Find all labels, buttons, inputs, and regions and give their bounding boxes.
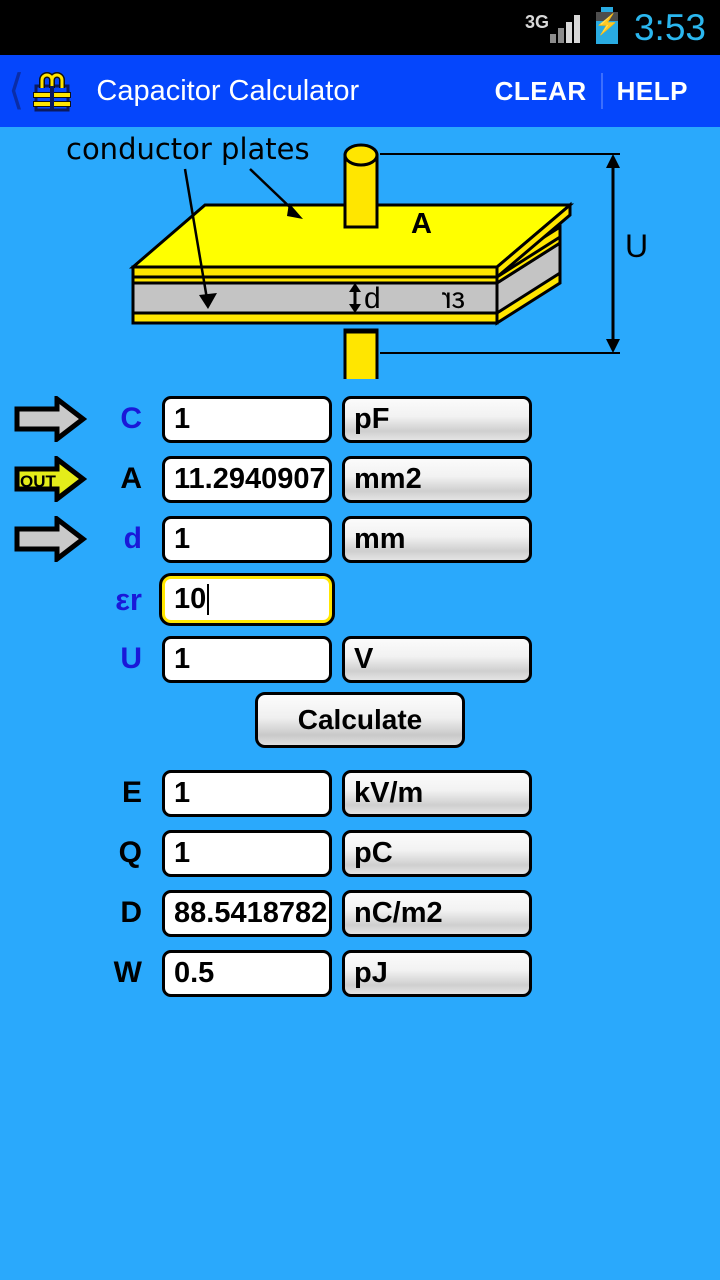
input-a[interactable]: 11.2940907 [162,455,332,503]
result-label-d: D [120,896,142,929]
svg-text:OUT: OUT [20,472,57,491]
field-row-u: U 1 V [0,629,720,689]
calculator-form: C 1 pF OUT A 11.2940907 mm2 d 1 mm εr 10… [0,379,720,1003]
capacitor-icon[interactable] [26,67,78,115]
result-e[interactable]: 1 [162,769,332,817]
unit-select-q[interactable]: pC [342,829,532,877]
result-row-e: E 1 kV/m [0,763,720,823]
arrow-placeholder [0,883,100,943]
diagram-label-distance: d [364,282,381,315]
app-title-bar: ⟨ Capacitor Calculator CLEAR HELP [0,55,720,127]
diagram-label-area: A [411,208,432,240]
input-u[interactable]: 1 [162,635,332,683]
battery-charging-icon: ⚡ [595,6,619,44]
unit-select-c-value: pF [354,402,390,435]
diagram-label-permittivity: εr [442,282,465,315]
result-w[interactable]: 0.5 [162,949,332,997]
output-arrow-icon: OUT [0,449,100,509]
unit-select-d-result-value: nC/m2 [354,896,443,929]
input-arrow-icon [0,389,100,449]
input-u-value: 1 [174,642,191,675]
result-e-value: 1 [174,776,191,809]
unit-select-e-value: kV/m [354,776,424,809]
calculate-button[interactable]: Calculate [255,692,465,748]
arrow-placeholder [0,569,100,629]
field-label-d: d [123,522,142,555]
field-row-a: OUT A 11.2940907 mm2 [0,449,720,509]
field-row-c: C 1 pF [0,389,720,449]
text-caret [207,583,210,615]
clock-label: 3:53 [633,7,706,48]
clear-button[interactable]: CLEAR [481,76,601,107]
diagram-caption: conductor plates [66,132,310,166]
field-row-epsilon-r: εr 10 [0,569,720,629]
parallel-plate-capacitor-diagram: A d εr U conductor plates [0,127,720,379]
unit-select-e[interactable]: kV/m [342,769,532,817]
help-button[interactable]: HELP [603,76,702,107]
unit-select-a[interactable]: mm2 [342,455,532,503]
unit-select-c[interactable]: pF [342,395,532,443]
field-label-epsilon-r: εr [115,581,142,617]
unit-select-w-value: pJ [354,956,388,989]
result-label-w: W [113,956,142,989]
arrow-placeholder [0,823,100,883]
unit-select-w[interactable]: pJ [342,949,532,997]
back-chevron-icon[interactable]: ⟨ [8,70,24,112]
unit-select-d-result[interactable]: nC/m2 [342,889,532,937]
input-c-value: 1 [174,402,191,435]
result-q[interactable]: 1 [162,829,332,877]
result-d[interactable]: 88.5418782 [162,889,332,937]
result-row-q: Q 1 pC [0,823,720,883]
status-bar: 3G ⚡ 3:53 [0,0,720,55]
unit-select-d[interactable]: mm [342,515,532,563]
arrow-placeholder [0,763,100,823]
calculate-row: Calculate [0,689,720,751]
signal-bars-icon [549,13,582,43]
unit-select-q-value: pC [354,836,393,869]
result-label-q: Q [118,836,142,869]
unit-select-u-value: V [354,642,374,675]
arrow-placeholder [0,943,100,1003]
result-d-value: 88.5418782 [174,896,328,929]
network-type-label: 3G [524,11,549,32]
unit-select-d-value: mm [354,522,406,555]
result-w-value: 0.5 [174,956,215,989]
result-row-d: D 88.5418782 nC/m2 [0,883,720,943]
field-label-u: U [120,642,142,675]
diagram-label-voltage: U [625,228,648,264]
field-label-c: C [120,402,142,435]
result-label-e: E [121,776,142,809]
field-label-a: A [120,462,142,495]
input-c[interactable]: 1 [162,395,332,443]
page-title: Capacitor Calculator [96,74,360,107]
input-arrow-icon [0,509,100,569]
input-epsilon-r[interactable]: 10 [162,575,332,623]
arrow-placeholder [0,629,100,689]
input-d[interactable]: 1 [162,515,332,563]
input-epsilon-r-value: 10 [174,582,207,615]
result-q-value: 1 [174,836,191,869]
unit-select-u[interactable]: V [342,635,532,683]
field-row-d: d 1 mm [0,509,720,569]
result-row-w: W 0.5 pJ [0,943,720,1003]
unit-select-a-value: mm2 [354,462,422,495]
input-d-value: 1 [174,522,191,555]
input-a-value: 11.2940907 [174,462,326,495]
